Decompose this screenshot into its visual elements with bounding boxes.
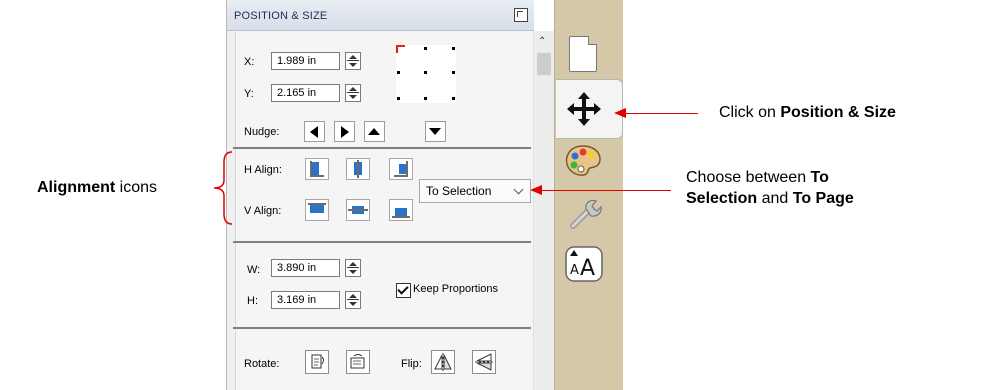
ref-point[interactable] bbox=[452, 71, 455, 74]
click-arrow-line bbox=[624, 113, 698, 114]
flip-label: Flip: bbox=[401, 358, 422, 370]
rotate-label: Rotate: bbox=[244, 358, 280, 370]
nudge-left-button[interactable] bbox=[304, 121, 325, 142]
alignment-annotation-rest: icons bbox=[115, 179, 158, 196]
v-align-label: V Align: bbox=[244, 205, 282, 217]
panel-header: POSITION & SIZE bbox=[227, 0, 534, 31]
width-spinner[interactable] bbox=[345, 259, 361, 277]
scroll-up-icon[interactable]: ⌃ bbox=[538, 37, 546, 47]
keep-proportions-checkbox[interactable] bbox=[396, 283, 411, 298]
choose-annotation-bold-to: To bbox=[810, 169, 829, 186]
ref-point[interactable] bbox=[397, 97, 400, 100]
arrow-up-icon bbox=[368, 128, 380, 135]
x-label: X: bbox=[244, 56, 255, 68]
align-right-button[interactable] bbox=[389, 158, 413, 180]
keep-proportions-label[interactable]: Keep Proportions bbox=[413, 283, 498, 295]
chevron-down-icon bbox=[513, 184, 524, 195]
align-top-button[interactable] bbox=[305, 199, 329, 221]
tab-text[interactable]: A A bbox=[556, 240, 622, 298]
height-input[interactable]: 3.169 in bbox=[271, 291, 340, 309]
click-annotation: Click on Position & Size bbox=[719, 103, 896, 123]
align-to-dropdown[interactable]: To Selection bbox=[419, 179, 531, 203]
flip-vertical-icon bbox=[475, 353, 493, 371]
flip-horizontal-icon bbox=[434, 353, 452, 371]
x-spinner[interactable] bbox=[345, 52, 361, 70]
arrow-left-icon bbox=[310, 126, 318, 138]
reference-point-grid[interactable] bbox=[396, 45, 456, 103]
nudge-up-button[interactable] bbox=[364, 121, 385, 142]
width-input[interactable]: 3.890 in bbox=[271, 259, 340, 277]
h-align-label: H Align: bbox=[244, 164, 282, 176]
align-middle-button[interactable] bbox=[346, 199, 370, 221]
rotate-ccw-icon bbox=[350, 354, 365, 369]
svg-text:A: A bbox=[570, 263, 579, 278]
section-divider bbox=[233, 327, 531, 329]
click-annotation-bold: Position & Size bbox=[780, 104, 896, 121]
x-input[interactable]: 1.989 in bbox=[271, 52, 340, 70]
height-spinner[interactable] bbox=[345, 291, 361, 309]
panel-tab-strip: A A bbox=[554, 0, 623, 390]
scroll-thumb[interactable] bbox=[537, 53, 551, 75]
ref-point[interactable] bbox=[424, 47, 427, 50]
alignment-bracket bbox=[213, 151, 233, 225]
w-label: W: bbox=[247, 264, 261, 276]
align-left-button[interactable] bbox=[305, 158, 329, 180]
h-label: H: bbox=[247, 295, 258, 307]
document-icon bbox=[569, 36, 597, 72]
ref-point[interactable] bbox=[452, 47, 455, 50]
text-size-icon: A A bbox=[565, 246, 603, 282]
choose-annotation-line2: Selection and To Page bbox=[686, 189, 854, 209]
y-spinner[interactable] bbox=[345, 84, 361, 102]
arrow-right-icon bbox=[341, 126, 349, 138]
y-label: Y: bbox=[244, 88, 254, 100]
align-bottom-button[interactable] bbox=[389, 199, 413, 221]
nudge-down-button[interactable] bbox=[425, 121, 446, 142]
align-to-value: To Selection bbox=[426, 184, 492, 198]
rotate-ccw-button[interactable] bbox=[346, 350, 370, 374]
nudge-label: Nudge: bbox=[244, 126, 280, 138]
ref-point[interactable] bbox=[424, 97, 427, 100]
click-annotation-prefix: Click on bbox=[719, 104, 781, 121]
section-divider bbox=[233, 241, 531, 243]
nudge-right-button[interactable] bbox=[334, 121, 355, 142]
ref-point[interactable] bbox=[424, 71, 427, 74]
selected-reference-corner bbox=[396, 45, 405, 53]
alignment-annotation-bold: Alignment bbox=[37, 179, 116, 196]
choose-annotation-bold-to-page: To Page bbox=[792, 190, 854, 207]
tab-position-size[interactable] bbox=[556, 79, 623, 139]
section-divider bbox=[233, 147, 531, 149]
arrow-down-icon bbox=[429, 128, 441, 135]
choose-arrow-line bbox=[540, 190, 671, 191]
ref-point[interactable] bbox=[397, 71, 400, 74]
choose-annotation-prefix: Choose between bbox=[686, 169, 811, 186]
wrench-icon bbox=[570, 199, 602, 229]
rotate-cw-icon bbox=[311, 354, 324, 369]
choose-annotation-bold-selection: Selection bbox=[686, 190, 758, 207]
choose-annotation-and: and bbox=[757, 190, 793, 207]
flip-horizontal-button[interactable] bbox=[431, 350, 455, 374]
alignment-annotation: Alignment icons bbox=[37, 178, 157, 198]
rotate-cw-button[interactable] bbox=[305, 350, 329, 374]
flip-vertical-button[interactable] bbox=[472, 350, 496, 374]
palette-icon bbox=[565, 145, 601, 176]
align-center-h-button[interactable] bbox=[346, 158, 370, 180]
choose-annotation-line1: Choose between To bbox=[686, 168, 829, 188]
move-arrows-icon bbox=[567, 92, 601, 126]
popout-icon[interactable] bbox=[514, 8, 528, 22]
y-input[interactable]: 2.165 in bbox=[271, 84, 340, 102]
svg-text:A: A bbox=[580, 256, 595, 281]
panel-scrollbar[interactable]: ⌃ bbox=[533, 31, 554, 390]
ref-point[interactable] bbox=[452, 97, 455, 100]
tab-document[interactable] bbox=[556, 28, 622, 86]
panel-title: POSITION & SIZE bbox=[234, 10, 328, 22]
